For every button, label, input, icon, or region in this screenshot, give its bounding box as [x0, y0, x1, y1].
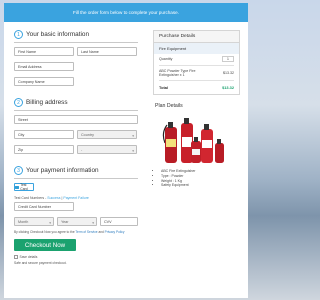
- billing-header: 2 Billing address: [14, 98, 138, 107]
- year-select-value: Year: [61, 219, 69, 224]
- divider: [14, 42, 138, 43]
- quantity-label: Quantity: [159, 57, 173, 61]
- region-select-value: -: [81, 147, 83, 152]
- save-details-checkbox[interactable]: [14, 255, 18, 259]
- test-card-label: Test Card: [20, 183, 28, 191]
- country-select-value: Country: [81, 132, 94, 137]
- step-number: 1: [14, 30, 23, 39]
- first-name-field[interactable]: First Name: [14, 47, 74, 56]
- purchase-details-title: Purchase Details: [154, 31, 239, 43]
- basic-info-header: 1 Your basic information: [14, 30, 138, 39]
- test-card-prefix: Test Card Numbers -: [14, 196, 48, 200]
- section-title: Billing address: [26, 99, 68, 106]
- quantity-input[interactable]: 1: [222, 56, 234, 62]
- plan-details-title: Plan Details: [155, 103, 183, 109]
- purchase-details-box: Purchase Details Fire Equipment Quantity…: [153, 30, 240, 95]
- city-field[interactable]: City: [14, 130, 74, 139]
- last-name-field[interactable]: Last Name: [77, 47, 137, 56]
- checkout-now-button[interactable]: Checkout Now: [14, 239, 76, 251]
- order-form-card: 1 Your basic information First Name Last…: [4, 22, 248, 298]
- chevron-down-icon: ▾: [49, 220, 51, 225]
- save-details-label: Save details: [19, 255, 38, 259]
- chevron-down-icon: ▾: [132, 133, 134, 138]
- product-category: Fire Equipment: [154, 43, 239, 54]
- fire-extinguisher-icon: [162, 118, 224, 163]
- item-price: $13.32: [223, 71, 234, 75]
- year-select[interactable]: Year ▾: [57, 217, 97, 226]
- cvv-field[interactable]: CVV: [100, 217, 138, 226]
- payment-header: 3 Your payment information: [14, 166, 138, 175]
- top-banner: Fill the order form below to complete yo…: [4, 3, 248, 22]
- section-title: Your payment information: [26, 167, 99, 174]
- country-select[interactable]: Country ▾: [77, 130, 137, 139]
- step-number: 2: [14, 98, 23, 107]
- secure-checkout-text: Safe and secure payment checkout.: [14, 261, 67, 265]
- success-link[interactable]: Success: [47, 196, 60, 200]
- product-image: [159, 113, 229, 165]
- quantity-row: Quantity 1: [154, 54, 239, 64]
- company-field[interactable]: Company Name: [14, 77, 74, 86]
- divider: [14, 178, 138, 179]
- plan-bullets: ABC Fire Extinguisher Type : Powder Weig…: [161, 169, 240, 188]
- email-field[interactable]: Email Address: [14, 62, 74, 71]
- chevron-down-icon: ▾: [92, 220, 94, 225]
- total-row: Total $13.32: [154, 82, 239, 94]
- item-row: ABC Powder Type Fire Extinguisher x 1 $1…: [154, 67, 239, 79]
- region-select[interactable]: - ▾: [77, 145, 137, 154]
- test-card-option[interactable]: Test Card: [14, 183, 34, 191]
- summary-column: Purchase Details Fire Equipment Quantity…: [153, 30, 240, 188]
- chevron-down-icon: ▾: [132, 148, 134, 153]
- credit-card-icon: [15, 185, 19, 189]
- terms-of-service-link[interactable]: Term of Service: [75, 230, 97, 234]
- zip-field[interactable]: Zip: [14, 145, 74, 154]
- divider: [14, 110, 138, 111]
- month-select[interactable]: Month ▾: [14, 217, 54, 226]
- plan-bullet: Safety Equipment: [161, 183, 240, 188]
- form-column: 1 Your basic information First Name Last…: [14, 30, 138, 265]
- terms-prefix: By clicking Checkout Now you agree to th…: [14, 230, 76, 234]
- terms-and: and: [97, 230, 105, 234]
- street-field[interactable]: Street: [14, 115, 138, 124]
- month-select-value: Month: [18, 219, 29, 224]
- test-card-numbers: Test Card Numbers - Success | Payment Fa…: [14, 196, 89, 200]
- total-label: Total: [159, 85, 169, 90]
- item-name: ABC Powder Type Fire Extinguisher x 1: [159, 69, 196, 77]
- terms-text: By clicking Checkout Now you agree to th…: [14, 230, 138, 234]
- save-details-row: Save details: [14, 255, 138, 259]
- card-number-field[interactable]: Credit Card Number: [14, 202, 74, 211]
- privacy-policy-link[interactable]: Privacy Policy: [105, 230, 125, 234]
- step-number: 3: [14, 166, 23, 175]
- total-value: $13.32: [222, 85, 234, 90]
- section-title: Your basic information: [26, 31, 89, 38]
- payment-failure-link[interactable]: Payment Failure: [63, 196, 88, 200]
- banner-text: Fill the order form below to complete yo…: [73, 10, 179, 15]
